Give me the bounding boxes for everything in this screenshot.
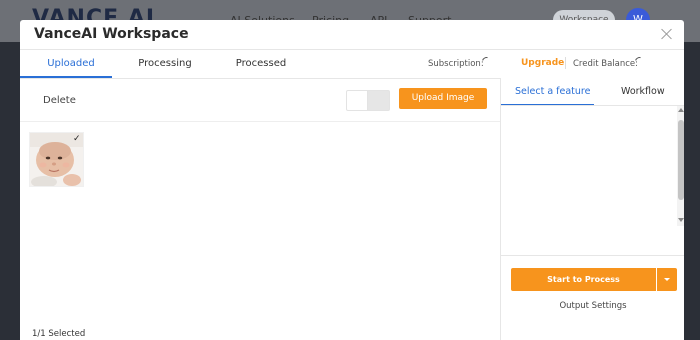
divider (565, 57, 566, 69)
list-view-toggle[interactable] (368, 90, 390, 111)
scrollbar-thumb[interactable] (678, 120, 684, 200)
delete-button[interactable]: Delete (43, 95, 76, 106)
process-divider (501, 255, 684, 256)
chevron-down-icon[interactable] (657, 268, 677, 291)
grid-view-toggle[interactable] (346, 90, 368, 111)
selection-status: 1/1 Selected (32, 329, 86, 339)
selected-check-icon: ✓ (73, 134, 81, 144)
tab-processed[interactable]: Processed (228, 58, 294, 69)
tabs-divider (20, 78, 500, 79)
tab-select-feature[interactable]: Select a feature (515, 86, 590, 97)
tab-workflow[interactable]: Workflow (621, 86, 665, 97)
upload-image-button[interactable]: Upload Image (399, 88, 487, 109)
workspace-modal: VanceAI Workspace Uploaded Processing Pr… (20, 20, 684, 340)
scroll-down-arrow-icon[interactable] (678, 218, 684, 222)
subscription-label: Subscription: (428, 59, 484, 69)
feature-panel: Select a feature Workflow Start to Proce… (500, 78, 684, 340)
scroll-up-arrow-icon[interactable] (678, 108, 684, 112)
start-to-process-button[interactable]: Start to Process (511, 268, 656, 291)
title-divider (20, 49, 684, 50)
toolbar-divider (20, 121, 500, 122)
right-tabs-divider (501, 105, 684, 106)
close-icon[interactable] (660, 27, 674, 41)
credit-balance-label: Credit Balance: (573, 59, 639, 69)
modal-title: VanceAI Workspace (34, 26, 189, 42)
upgrade-link[interactable]: Upgrade (521, 58, 564, 68)
tab-processing[interactable]: Processing (132, 58, 198, 69)
tab-uploaded[interactable]: Uploaded (38, 58, 104, 69)
output-settings-link[interactable]: Output Settings (501, 301, 684, 311)
